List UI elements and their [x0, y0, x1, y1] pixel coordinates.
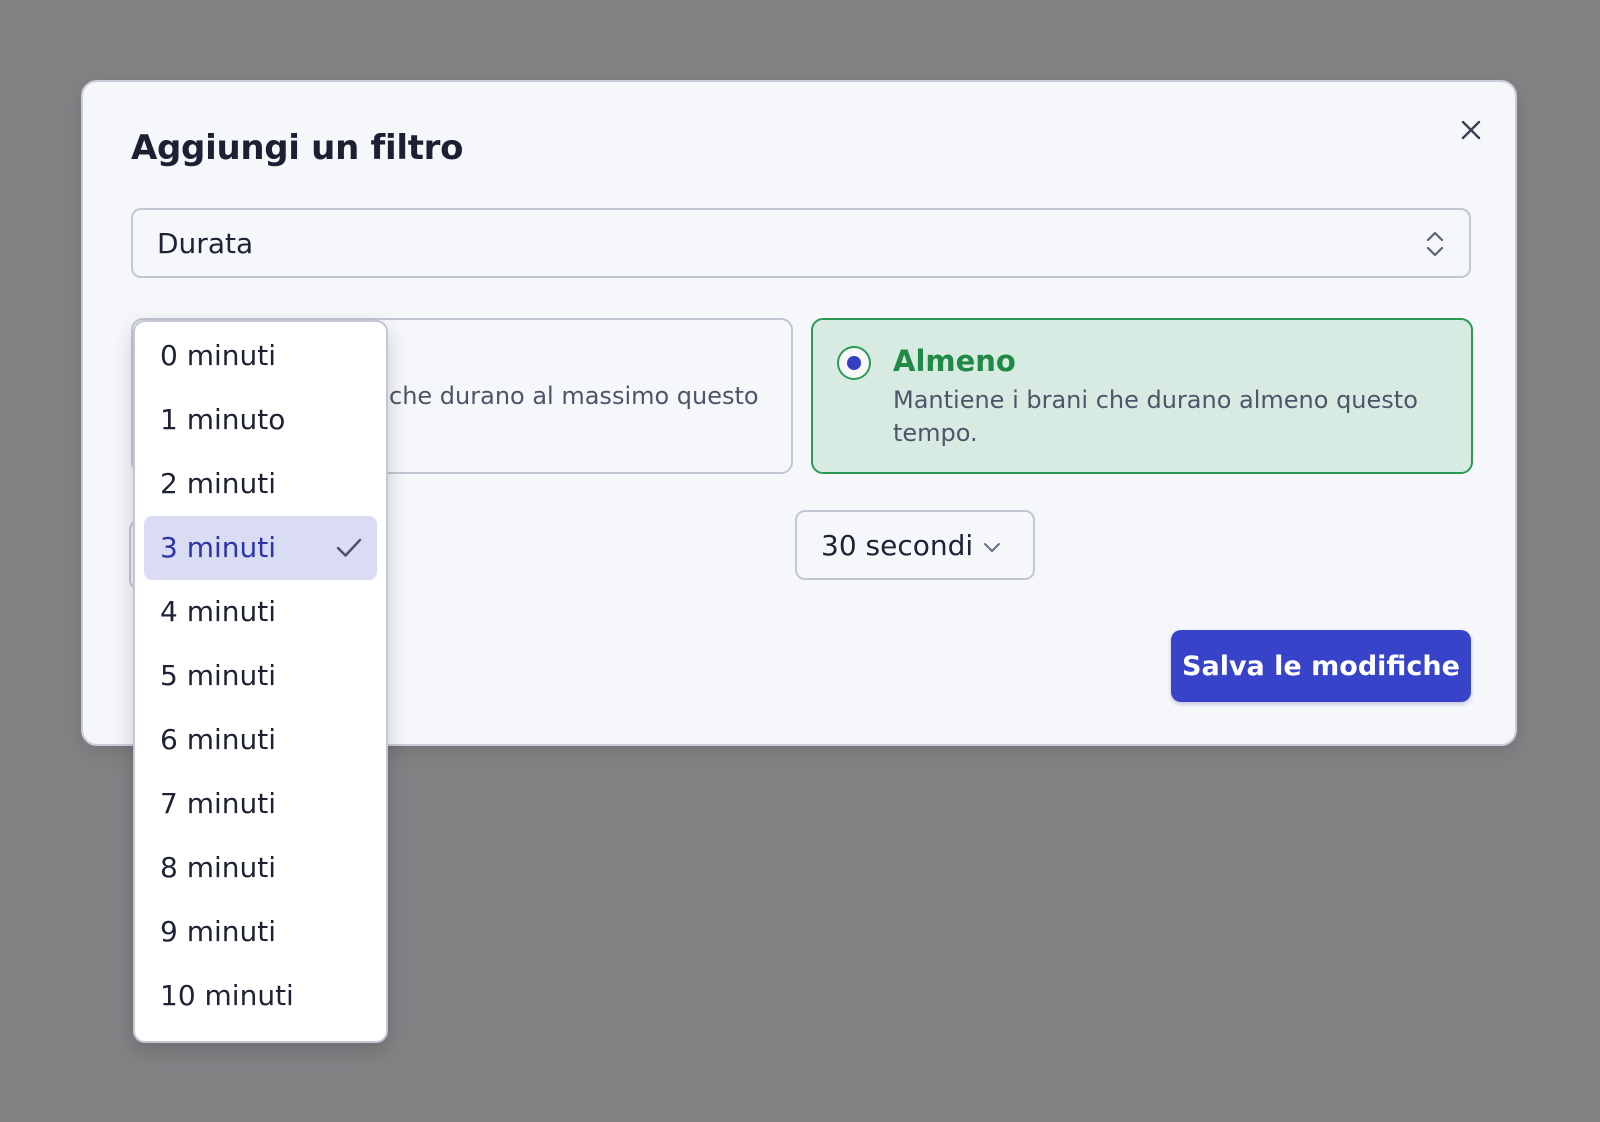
- save-button[interactable]: Salva le modifiche: [1171, 630, 1471, 702]
- minutes-dropdown: 0 minuti 1 minuto 2 minuti 3 minuti 4 mi…: [133, 320, 388, 1043]
- option-label: 5 minuti: [160, 659, 277, 692]
- seconds-value: 30 secondi: [821, 529, 974, 562]
- option-label: 2 minuti: [160, 467, 277, 500]
- chevron-up-down-icon: [1426, 231, 1444, 257]
- option-label: 8 minuti: [160, 851, 277, 884]
- close-icon: [1461, 120, 1481, 140]
- radio-dot: [847, 356, 861, 370]
- radio-selected[interactable]: [837, 346, 871, 380]
- dialog-title: Aggiungi un filtro: [131, 128, 464, 168]
- dropdown-option-3[interactable]: 3 minuti: [144, 516, 377, 580]
- option-description: Mantiene i brani che durano almeno quest…: [893, 386, 1418, 447]
- option-label: 0 minuti: [160, 339, 277, 372]
- dropdown-option-10[interactable]: 10 minuti: [144, 964, 377, 1028]
- dropdown-option-6[interactable]: 6 minuti: [144, 708, 377, 772]
- filter-type-value: Durata: [157, 227, 254, 260]
- option-label: 10 minuti: [160, 979, 294, 1012]
- dropdown-option-1[interactable]: 1 minuto: [144, 388, 377, 452]
- dropdown-option-8[interactable]: 8 minuti: [144, 836, 377, 900]
- option-label: 9 minuti: [160, 915, 277, 948]
- option-card-almeno[interactable]: Almeno Mantiene i brani che durano almen…: [811, 318, 1473, 474]
- dropdown-option-4[interactable]: 4 minuti: [144, 580, 377, 644]
- close-button[interactable]: [1453, 112, 1489, 148]
- chevron-down-icon: [984, 543, 1000, 552]
- filter-type-select[interactable]: Durata: [131, 208, 1471, 278]
- option-label: 3 minuti: [160, 531, 277, 564]
- dropdown-option-5[interactable]: 5 minuti: [144, 644, 377, 708]
- dropdown-option-7[interactable]: 7 minuti: [144, 772, 377, 836]
- check-icon: [336, 538, 362, 557]
- dropdown-option-0[interactable]: 0 minuti: [144, 324, 377, 388]
- dropdown-option-2[interactable]: 2 minuti: [144, 452, 377, 516]
- option-description: che durano al massimo questo: [389, 382, 759, 410]
- option-label: 6 minuti: [160, 723, 277, 756]
- option-label: 7 minuti: [160, 787, 277, 820]
- option-label: 4 minuti: [160, 595, 277, 628]
- seconds-select[interactable]: 30 secondi: [795, 510, 1035, 580]
- dropdown-option-9[interactable]: 9 minuti: [144, 900, 377, 964]
- option-label: 1 minuto: [160, 403, 286, 436]
- option-title: Almeno: [893, 344, 1016, 378]
